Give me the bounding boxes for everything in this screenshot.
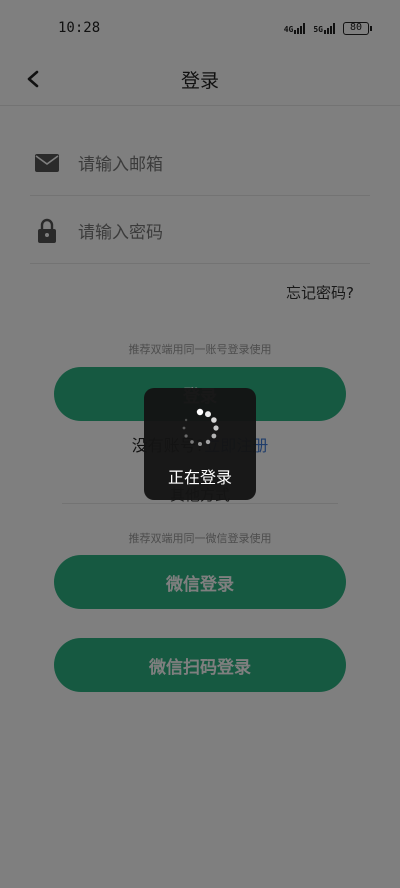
loading-text: 正在登录 xyxy=(167,468,232,487)
loading-toast: 正在登录 xyxy=(144,388,256,500)
loading-spinner-icon xyxy=(182,408,219,446)
